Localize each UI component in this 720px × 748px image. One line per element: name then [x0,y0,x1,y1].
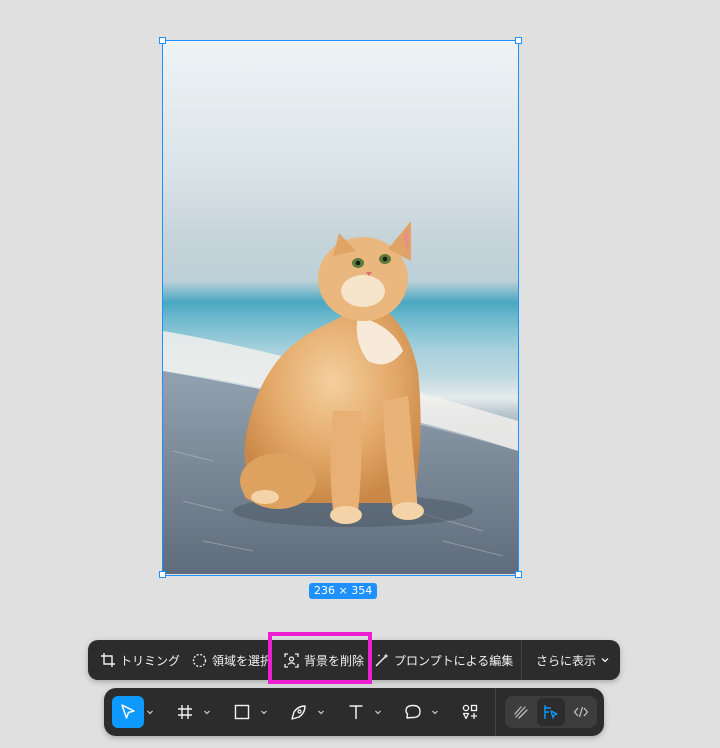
design-mode-button[interactable] [537,698,565,726]
remove-background-icon [284,652,299,668]
cat-image[interactable] [163,41,518,574]
comment-icon [405,704,421,719]
design-icon [544,705,558,719]
select-region-button[interactable]: 領域を選択 [192,640,272,680]
remove-background-label: 背景を削除 [304,653,365,668]
frame-tool[interactable] [169,696,213,728]
draw-mode-button[interactable] [507,698,535,726]
pen-tool-button[interactable] [283,696,315,728]
magic-wand-icon [375,653,389,667]
pen-tool-menu[interactable] [315,708,327,716]
pen-icon [291,705,306,720]
comment-tool[interactable] [397,696,441,728]
chevron-down-icon [147,710,153,715]
dev-mode-button[interactable] [567,698,595,726]
resize-handle-bottom-right[interactable] [515,571,522,578]
comment-tool-menu[interactable] [429,708,441,716]
chevron-down-icon [601,658,609,663]
toolbar-divider [495,688,496,736]
frame-tool-menu[interactable] [201,708,213,716]
prompt-edit-label: プロンプトによる編集 [394,653,514,668]
move-tool[interactable] [112,696,156,728]
chevron-down-icon [261,710,267,715]
move-tool-button[interactable] [112,696,144,728]
cursor-icon [121,704,135,719]
mode-switcher [505,696,597,728]
prompt-edit-button[interactable]: プロンプトによる編集 [374,640,513,680]
hash-icon [178,705,192,719]
code-icon [573,706,589,718]
resize-handle-bottom-left[interactable] [159,571,166,578]
crop-button[interactable]: トリミング [101,640,180,680]
frame-tool-button[interactable] [169,696,201,728]
crop-icon [101,653,115,667]
shape-tool[interactable] [226,696,270,728]
main-toolbar [104,688,604,736]
cat-illustration [163,221,518,574]
dimension-badge: 236 × 354 [309,583,378,599]
text-tool-menu[interactable] [372,708,384,716]
pen-tool[interactable] [283,696,327,728]
chevron-down-icon [204,710,210,715]
actions-icon [462,704,478,720]
toolbar-divider [521,640,522,680]
crop-label: トリミング [120,653,181,668]
text-icon [349,705,363,719]
chevron-down-icon [432,710,438,715]
remove-background-button[interactable]: 背景を削除 [284,640,364,680]
text-tool-button[interactable] [340,696,372,728]
image-context-toolbar: トリミング 領域を選択 背景を削除 プロンプトによる編集 さらに表示 [88,640,620,680]
resize-handle-top-right[interactable] [515,37,522,44]
chevron-down-icon [318,710,324,715]
shape-tool-menu[interactable] [258,708,270,716]
select-region-label: 領域を選択 [212,653,273,668]
lasso-icon [192,653,207,667]
actions-tool[interactable] [454,696,486,728]
actions-tool-button[interactable] [454,696,486,728]
move-tool-menu[interactable] [144,708,156,716]
more-options-button[interactable]: さらに表示 [536,640,609,680]
square-icon [234,704,250,720]
chevron-down-icon [375,710,381,715]
shape-tool-button[interactable] [226,696,258,728]
draw-icon [514,706,528,719]
comment-tool-button[interactable] [397,696,429,728]
resize-handle-top-left[interactable] [159,37,166,44]
more-label: さらに表示 [536,653,597,668]
text-tool[interactable] [340,696,384,728]
